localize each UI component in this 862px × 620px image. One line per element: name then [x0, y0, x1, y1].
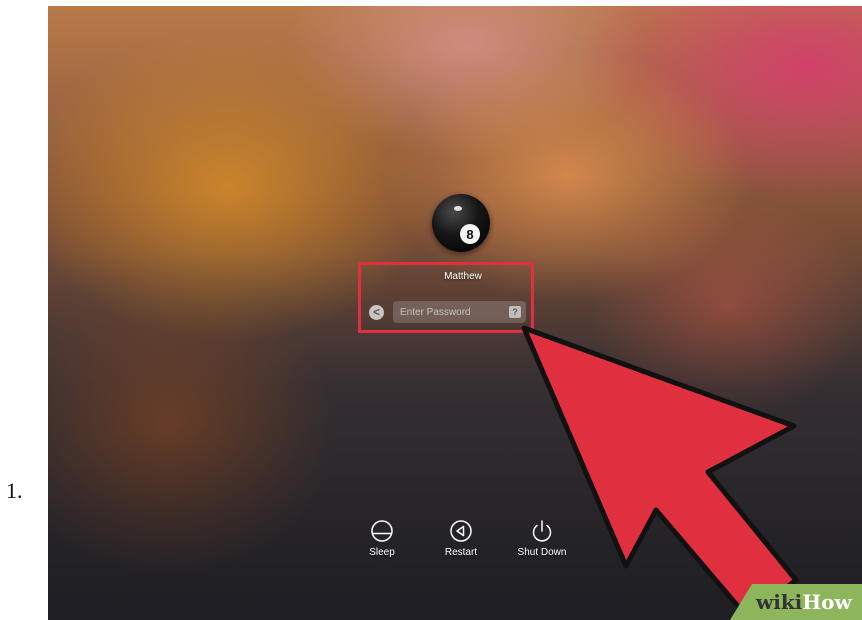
restart-button[interactable]: Restart: [421, 519, 501, 558]
sleep-label: Sleep: [369, 547, 395, 558]
restart-label: Restart: [444, 547, 478, 558]
restart-icon: [450, 520, 472, 542]
wikihow-watermark: wikiHow: [730, 584, 862, 620]
step-number: 1.: [6, 478, 23, 503]
sleep-icon: [371, 520, 393, 542]
login-screen: 8 Matthew < ? Sleep Restart Shut Down wi…: [48, 6, 862, 620]
sleep-button[interactable]: Sleep: [342, 519, 422, 558]
shutdown-label: Shut Down: [517, 547, 567, 558]
shutdown-icon: [532, 520, 552, 542]
shutdown-button[interactable]: Shut Down: [502, 519, 582, 558]
